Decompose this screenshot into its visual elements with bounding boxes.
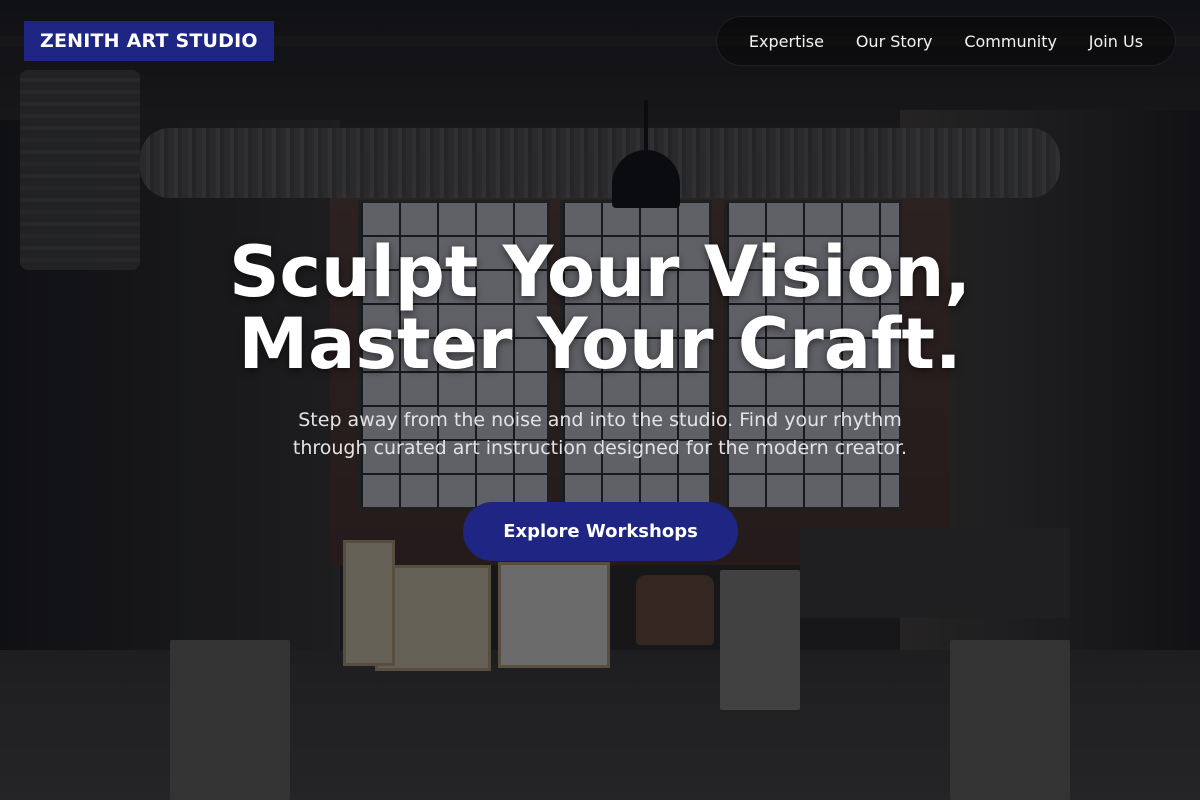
nav-link-expertise[interactable]: Expertise	[749, 32, 824, 51]
nav-link-community[interactable]: Community	[964, 32, 1057, 51]
hero-section: Sculpt Your Vision, Master Your Craft. S…	[0, 236, 1200, 462]
brand-name: ZENITH ART STUDIO	[40, 30, 258, 52]
brand-logo[interactable]: ZENITH ART STUDIO	[24, 21, 274, 61]
hero-subtitle: Step away from the noise and into the st…	[0, 406, 1200, 462]
nav-link-join-us[interactable]: Join Us	[1089, 32, 1143, 51]
nav-link-our-story[interactable]: Our Story	[856, 32, 933, 51]
explore-workshops-button[interactable]: Explore Workshops	[463, 502, 738, 561]
hero-subtitle-line-2: through curated art instruction designed…	[292, 437, 908, 459]
hero-subtitle-line-1: Step away from the noise and into the st…	[298, 409, 902, 431]
hero-title-line-2: Master Your Craft.	[238, 303, 962, 385]
main-nav: Expertise Our Story Community Join Us	[716, 16, 1176, 66]
hero-title: Sculpt Your Vision, Master Your Craft.	[0, 236, 1200, 380]
hero-title-line-1: Sculpt Your Vision,	[229, 231, 971, 313]
